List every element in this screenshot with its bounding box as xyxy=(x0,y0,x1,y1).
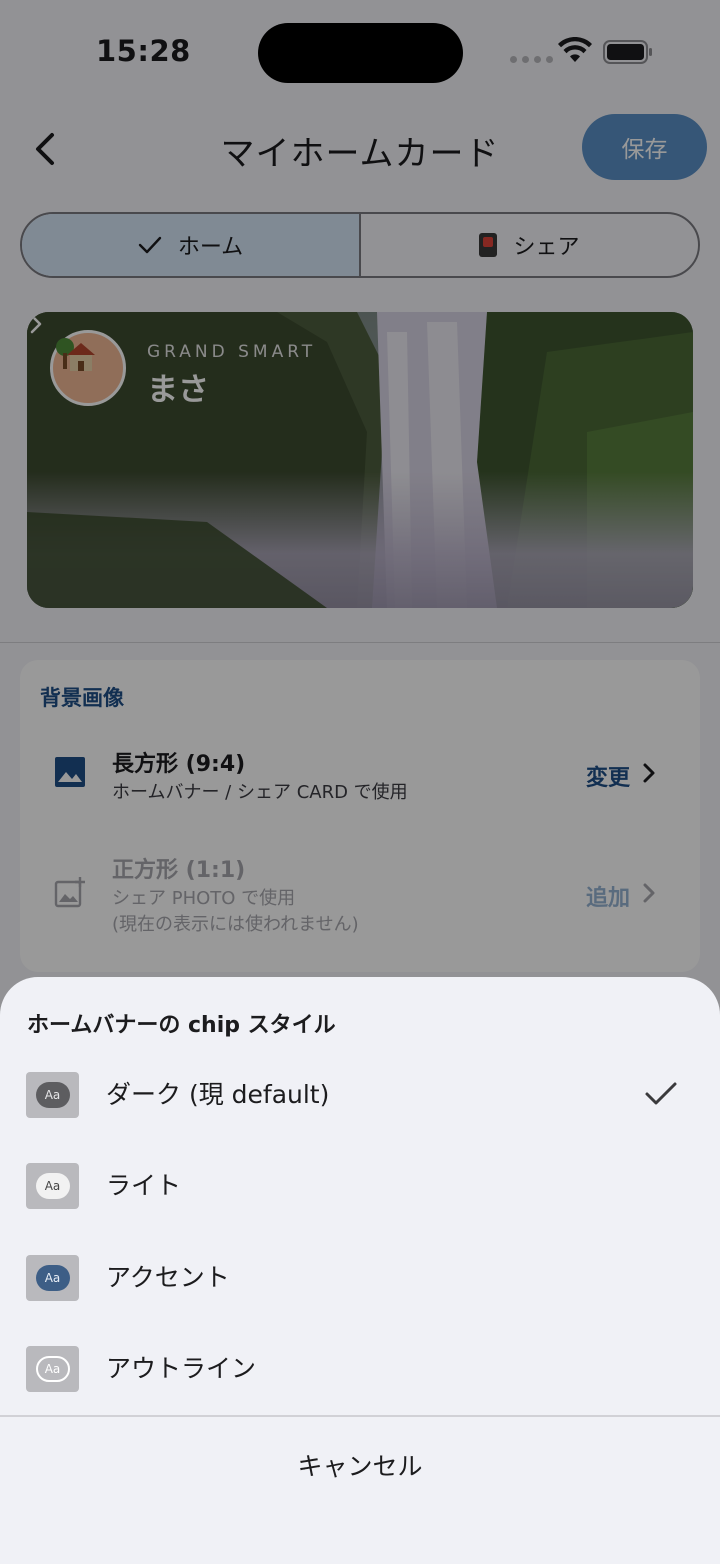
option-label: アウトライン xyxy=(106,1354,257,1383)
option-outline[interactable]: Aa アウトライン xyxy=(0,1325,720,1413)
checkmark-icon xyxy=(645,1082,677,1105)
cancel-button[interactable]: キャンセル xyxy=(0,1417,720,1513)
chip-style-action-sheet: ホームバナーの chip スタイル Aa ダーク (現 default) Aa … xyxy=(0,977,720,1564)
option-light[interactable]: Aa ライト xyxy=(0,1142,720,1230)
chip-preview-accent: Aa xyxy=(26,1255,79,1301)
chip-sample: Aa xyxy=(35,1082,70,1108)
option-label: ライト xyxy=(106,1171,182,1200)
option-dark[interactable]: Aa ダーク (現 default) xyxy=(0,1051,720,1139)
chip-preview-dark: Aa xyxy=(26,1072,79,1118)
chip-preview-light: Aa xyxy=(26,1163,79,1209)
chip-preview-outline: Aa xyxy=(26,1346,79,1392)
chip-sample: Aa xyxy=(35,1265,70,1291)
chip-sample: Aa xyxy=(35,1356,70,1382)
chip-sample: Aa xyxy=(35,1173,70,1199)
option-label: ダーク (現 default) xyxy=(106,1080,330,1109)
option-accent[interactable]: Aa アクセント xyxy=(0,1234,720,1322)
sheet-title: ホームバナーの chip スタイル xyxy=(27,1013,336,1038)
option-label: アクセント xyxy=(106,1263,230,1292)
